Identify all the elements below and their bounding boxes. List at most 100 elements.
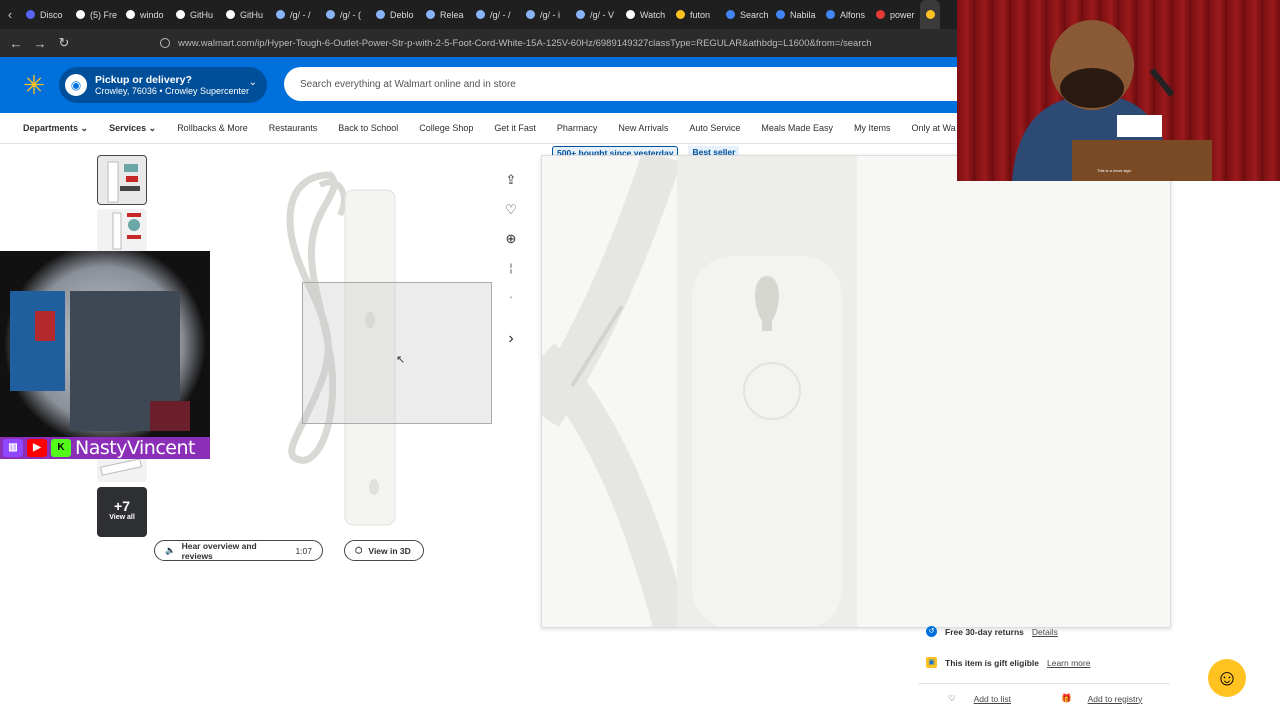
divider xyxy=(918,683,1170,684)
add-to-list-button[interactable]: ♡ Add to list xyxy=(948,693,1011,704)
pickup-delivery-button[interactable]: ◉ Pickup or delivery? Crowley, 76036 • C… xyxy=(59,67,267,103)
browser-tab[interactable]: Search xyxy=(720,0,770,29)
stream-name-bar: ▥ ▶ K NastyVincent xyxy=(0,437,210,459)
more-count: +7 xyxy=(114,498,130,514)
view-in-3d-button[interactable]: ⬡ View in 3D xyxy=(344,540,424,561)
tab-favicon-icon xyxy=(676,10,685,19)
nav-item[interactable]: Meals Made Easy xyxy=(761,123,833,133)
nav-item[interactable]: College Shop xyxy=(419,123,473,133)
nav-item[interactable]: Auto Service xyxy=(689,123,740,133)
next-image-chevron-icon[interactable]: › xyxy=(499,327,523,351)
tab-label: /g/ - V xyxy=(590,9,615,20)
zoom-preview-panel xyxy=(541,155,1171,628)
gift-icon: 🎁 xyxy=(1061,693,1072,703)
browser-tab[interactable]: /g/ - / xyxy=(470,0,520,29)
tab-favicon-icon xyxy=(276,10,285,19)
nav-item[interactable]: Only at Wa xyxy=(911,123,955,133)
nav-item[interactable]: Get it Fast xyxy=(494,123,536,133)
tab-label: Watch xyxy=(640,9,666,20)
browser-tab[interactable]: GitHu xyxy=(220,0,270,29)
hear-overview-button[interactable]: 🔈 Hear overview and reviews 1:07 xyxy=(154,540,323,561)
tab-favicon-icon xyxy=(226,10,235,19)
browser-tab[interactable]: Relea xyxy=(420,0,470,29)
browser-tab[interactable]: futon xyxy=(670,0,720,29)
browser-tab[interactable]: Deblo xyxy=(370,0,420,29)
tab-scroll-left-icon[interactable]: ‹ xyxy=(0,7,20,22)
webcam-image xyxy=(10,291,190,431)
nav-item[interactable]: Rollbacks & More xyxy=(177,123,248,133)
share-icon[interactable]: ⇪ xyxy=(499,168,523,192)
url-field[interactable]: www.walmart.com/ip/Hyper-Tough-6-Outlet-… xyxy=(160,38,872,49)
tab-label: windo xyxy=(140,9,164,20)
zoom-in-icon[interactable]: ⊕ xyxy=(499,227,523,251)
feedback-smiley-icon[interactable]: ☺ xyxy=(1208,659,1246,697)
walmart-spark-logo-icon[interactable]: ✳ xyxy=(20,71,48,99)
speaker-icon: 🔈 xyxy=(165,545,176,555)
browser-tab[interactable]: /g/ - i xyxy=(520,0,570,29)
chevron-down-icon: ⌄ xyxy=(248,77,257,88)
services-menu[interactable]: Services ⌄ xyxy=(109,123,156,134)
tab-favicon-icon xyxy=(626,10,635,19)
heart-icon[interactable]: ♡ xyxy=(499,198,523,222)
cartoon-overlay xyxy=(957,0,1280,181)
browser-tab[interactable]: power xyxy=(870,0,920,29)
site-info-icon[interactable] xyxy=(160,38,170,48)
nav-item[interactable]: Pharmacy xyxy=(557,123,598,133)
returns-row: ↺ Free 30-day returns Details xyxy=(926,626,1058,637)
add-to-registry-button[interactable]: 🎁 Add to registry xyxy=(1061,693,1142,704)
streamer-name: NastyVincent xyxy=(75,437,195,459)
browser-tab[interactable]: /g/ - / xyxy=(270,0,320,29)
search-input[interactable]: Search everything at Walmart online and … xyxy=(284,67,984,101)
chevron-down-icon: ⌄ xyxy=(80,122,89,133)
departments-label: Departments xyxy=(23,122,79,133)
kick-icon: K xyxy=(51,439,71,457)
returns-details-link[interactable]: Details xyxy=(1032,627,1058,637)
gift-learn-more-link[interactable]: Learn more xyxy=(1047,658,1090,668)
browser-tab[interactable]: /g/ - V xyxy=(570,0,620,29)
browser-tab[interactable]: GitHu xyxy=(170,0,220,29)
pickup-title: Pickup or delivery? xyxy=(95,74,192,86)
browser-tab[interactable]: Watch xyxy=(620,0,670,29)
browser-tab[interactable]: windo xyxy=(120,0,170,29)
reload-icon[interactable]: ↻ xyxy=(52,35,76,51)
nav-item[interactable]: My Items xyxy=(854,123,891,133)
returns-icon: ↺ xyxy=(926,626,937,637)
services-label: Services xyxy=(109,122,147,133)
browser-tab[interactable]: Disco xyxy=(20,0,70,29)
browser-tab[interactable]: (5) Fre xyxy=(70,0,120,29)
tab-favicon-icon xyxy=(776,10,785,19)
forward-icon[interactable]: → xyxy=(28,36,52,51)
back-icon[interactable]: ← xyxy=(4,36,28,51)
thumbnail-image xyxy=(107,161,140,203)
tab-label: futon xyxy=(690,9,711,20)
view-all-label: View all xyxy=(109,514,135,521)
tab-favicon-icon xyxy=(526,10,535,19)
tab-label: Disco xyxy=(40,9,63,20)
thumbnail-1[interactable] xyxy=(97,155,147,205)
tab-label: power xyxy=(890,9,915,20)
store-icon: ◉ xyxy=(65,74,87,96)
tab-favicon-icon xyxy=(126,10,135,19)
gift-icon: ▣ xyxy=(926,657,937,668)
nav-item[interactable]: Restaurants xyxy=(269,123,318,133)
tab-favicon-icon xyxy=(326,10,335,19)
view-all-thumbnails-button[interactable]: +7 View all xyxy=(97,487,147,537)
departments-menu[interactable]: Departments ⌄ xyxy=(23,123,88,134)
thumbnail-7[interactable] xyxy=(97,455,147,482)
browser-tab[interactable]: Nabila xyxy=(770,0,820,29)
zoomed-product-image xyxy=(542,156,1170,627)
tab-active-walmart[interactable] xyxy=(920,0,940,29)
view-3d-label: View in 3D xyxy=(368,545,411,556)
tab-label: Deblo xyxy=(390,9,414,20)
tab-label: Nabila xyxy=(790,9,816,20)
browser-tab[interactable]: Alfons xyxy=(820,0,870,29)
browser-tab[interactable]: /g/ - ( xyxy=(320,0,370,29)
tab-favicon-icon xyxy=(376,10,385,19)
tab-favicon-icon xyxy=(726,10,735,19)
search-placeholder: Search everything at Walmart online and … xyxy=(300,78,516,90)
nav-item[interactable]: Back to School xyxy=(338,123,398,133)
nav-item[interactable]: New Arrivals xyxy=(618,123,668,133)
tab-label: /g/ - i xyxy=(540,9,561,20)
tab-label: GitHu xyxy=(190,9,214,20)
tab-label: GitHu xyxy=(240,9,264,20)
